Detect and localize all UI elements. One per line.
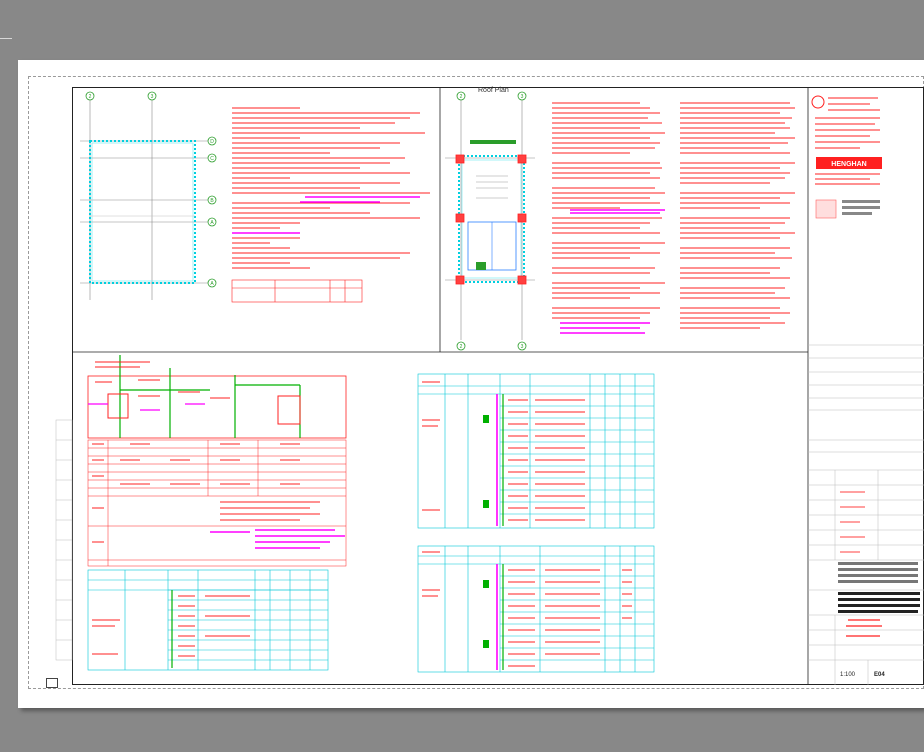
floor-plan-panel: 2 3 DC BA A	[80, 91, 430, 303]
cad-drawing: 2 3 DC BA A 2 3 2 3 Roof Plan HENGHAN 1:…	[55, 87, 924, 685]
grid-label-2: 2	[89, 94, 92, 100]
svg-text:3: 3	[521, 94, 524, 100]
design-notes-red	[232, 107, 430, 269]
svg-text:2: 2	[460, 344, 463, 350]
title-block: HENGHAN 1:100 E04	[808, 95, 924, 685]
svg-text:3: 3	[521, 344, 524, 350]
sheet-number: E04	[874, 672, 885, 678]
panel-schedule-tables	[417, 373, 655, 673]
roof-plan-panel: 2 3 2 3 Roof Plan	[445, 87, 795, 351]
svg-text:2: 2	[460, 94, 463, 100]
distribution-diagram-panel	[87, 355, 347, 671]
company-brand: HENGHAN	[831, 161, 866, 168]
roof-plan-title: Roof Plan	[478, 87, 509, 94]
svg-text:D: D	[210, 139, 214, 145]
left-revision-strip	[55, 419, 73, 661]
svg-text:C: C	[210, 156, 214, 162]
grid-label-3: 3	[151, 94, 154, 100]
roof-notes-red	[552, 102, 795, 329]
drawing-scale: 1:100	[840, 672, 856, 678]
